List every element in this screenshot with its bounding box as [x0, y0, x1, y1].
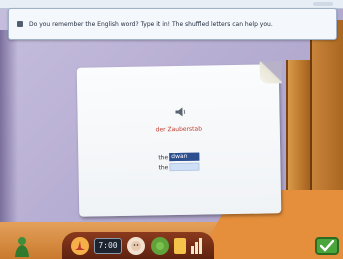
vocabulary-card: der Zauberstab the dwan the [76, 61, 283, 217]
answer-row: the dwan [158, 152, 200, 162]
book-icon[interactable] [173, 237, 186, 254]
article-label: the [158, 153, 169, 161]
green-ball-icon[interactable] [150, 236, 169, 255]
stats-bars-icon[interactable] [191, 237, 205, 254]
german-word: der Zauberstab [155, 125, 203, 134]
game-scene: Do you remember the English word? Type i… [0, 0, 343, 259]
answer-input[interactable] [169, 162, 200, 172]
check-button[interactable] [315, 237, 339, 255]
shuffled-letters-field[interactable]: dwan [169, 152, 200, 162]
info-bullet-icon [17, 21, 23, 27]
answer-row: the [158, 162, 200, 172]
instruction-text: Do you remember the English word? Type i… [29, 20, 273, 28]
witch-hat-icon[interactable] [70, 236, 89, 255]
instruction-bar: Do you remember the English word? Type i… [8, 8, 337, 40]
clock-display: 7:00 [93, 237, 122, 254]
article-label: the [158, 163, 169, 171]
face-icon[interactable] [127, 236, 146, 255]
check-icon [320, 240, 334, 252]
paper-curl [259, 61, 283, 84]
bottom-toolbar: 7:00 [62, 232, 214, 259]
speaker-icon[interactable] [174, 107, 186, 117]
green-figure-icon[interactable] [12, 235, 32, 257]
